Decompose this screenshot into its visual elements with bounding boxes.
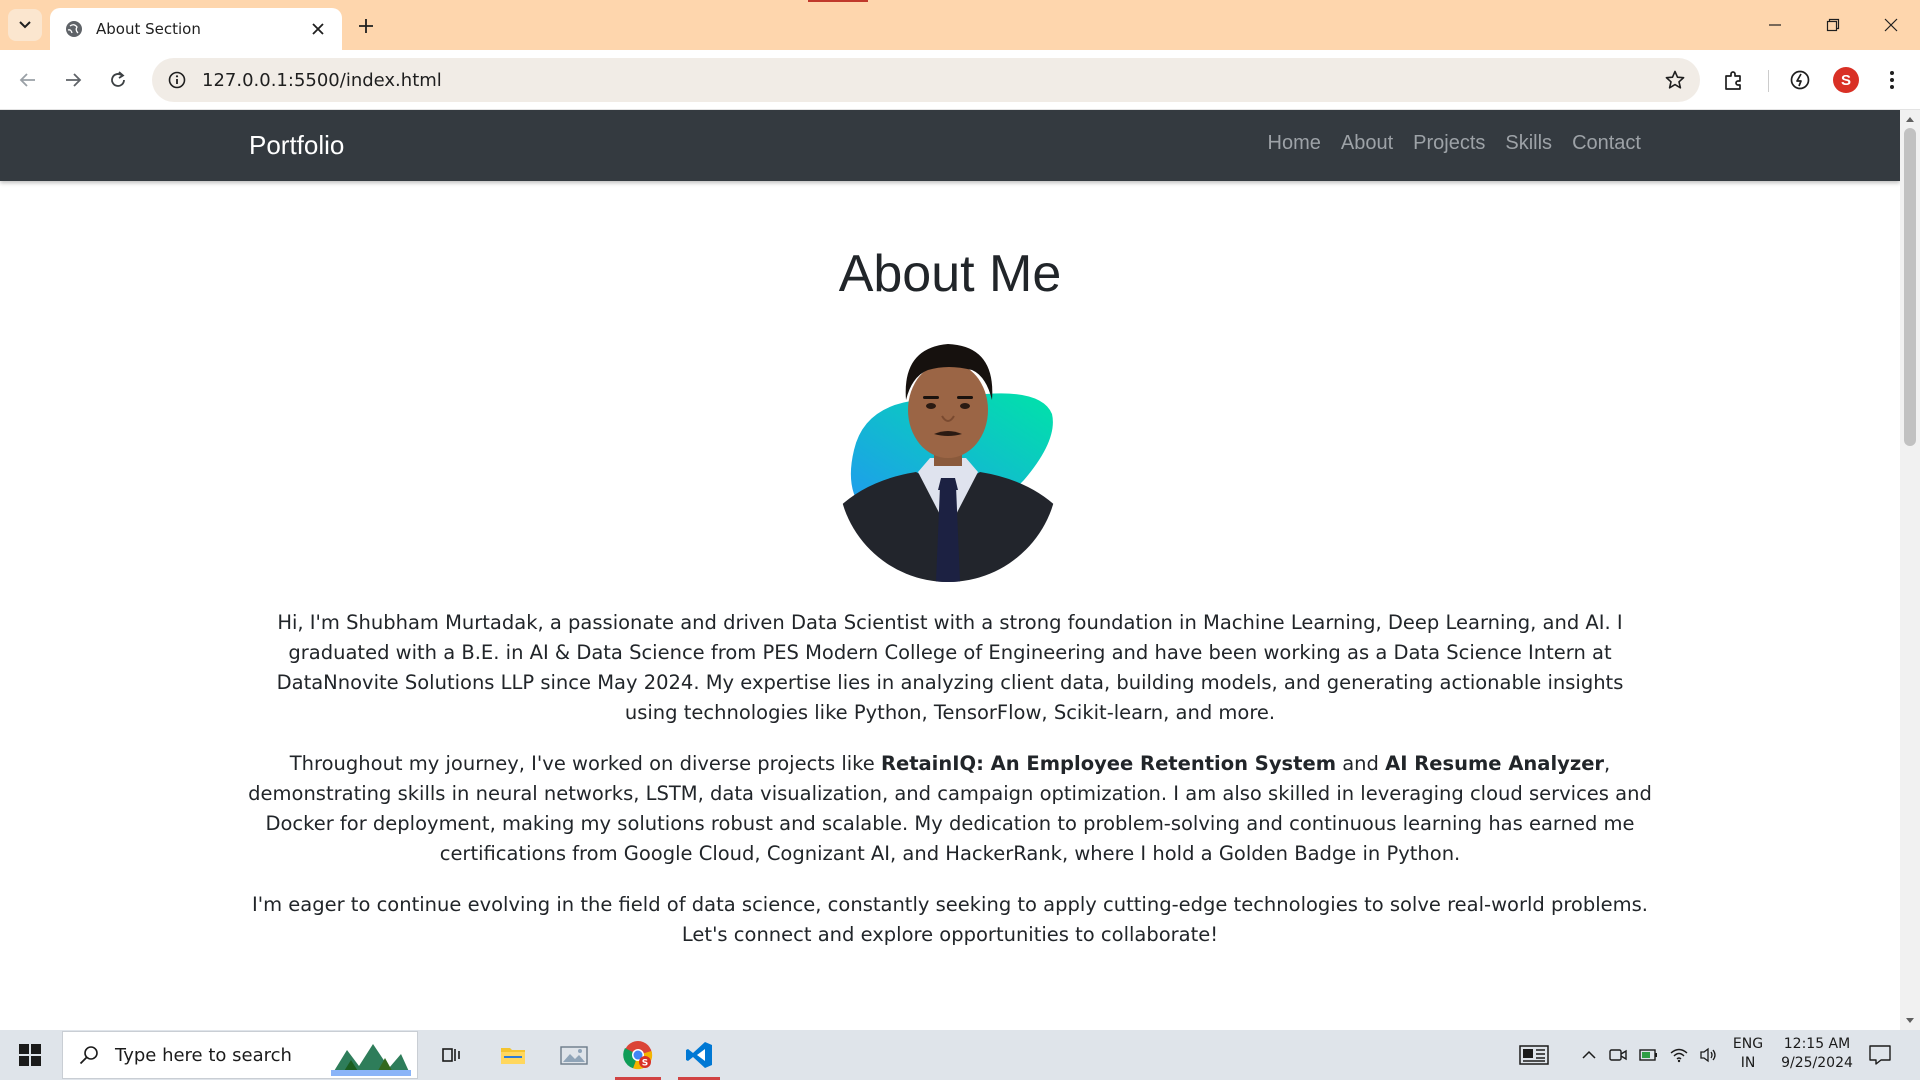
tab-search-button[interactable] [8, 9, 42, 41]
puzzle-icon [1725, 71, 1741, 90]
scroll-up-icon[interactable] [1905, 114, 1915, 124]
tray-overflow-button[interactable] [1578, 1030, 1600, 1080]
about-paragraph-3: I'm eager to continue evolving in the fi… [251, 893, 1649, 946]
site-brand[interactable]: Portfolio [249, 130, 344, 161]
svg-text:S: S [642, 1059, 648, 1069]
battery-icon [1639, 1049, 1657, 1061]
project-name-resume-analyzer: AI Resume Analyzer [1385, 752, 1605, 775]
menu-button[interactable] [1876, 64, 1908, 96]
volume-button[interactable] [1697, 1030, 1721, 1080]
input-language[interactable]: ENG IN [1728, 1036, 1768, 1071]
globe-icon [64, 19, 84, 39]
performance-button[interactable] [1784, 64, 1816, 96]
close-icon [1884, 18, 1898, 32]
chrome-taskbar-button[interactable]: S [607, 1030, 669, 1080]
site-navbar: Portfolio Home About Projects Skills Con… [0, 110, 1900, 181]
minimize-icon [1769, 24, 1781, 26]
project-name-retainiq: RetainIQ: An Employee Retention System [880, 752, 1337, 775]
wifi-icon [1670, 1048, 1688, 1063]
paragraph-text: and [1336, 752, 1386, 775]
close-window-button[interactable] [1862, 0, 1920, 50]
nav-link-home[interactable]: Home [1268, 132, 1321, 155]
about-paragraph-2: Throughout my journey, I've worked on di… [248, 749, 1652, 869]
network-button[interactable] [1667, 1030, 1691, 1080]
more-vertical-icon [1890, 71, 1894, 89]
vscode-icon [686, 1042, 712, 1068]
windows-taskbar: Type here to search S ENG IN 12:15 AM 9/… [0, 1030, 1920, 1080]
speaker-icon [1700, 1047, 1716, 1063]
address-bar[interactable]: 127.0.0.1:5500/index.html [152, 58, 1700, 102]
arrow-left-icon [19, 73, 35, 87]
clock-date: 9/25/2024 [1781, 1055, 1853, 1071]
about-content: Hi, I'm Shubham Murtadak, a passionate a… [248, 608, 1652, 971]
chrome-icon: S [623, 1041, 653, 1070]
scroll-down-icon[interactable] [1905, 1016, 1915, 1026]
region-code: IN [1740, 1055, 1756, 1071]
restore-button[interactable] [1804, 0, 1862, 50]
page-title: About Me [838, 245, 1062, 303]
browser-tab-active[interactable]: About Section [50, 8, 342, 50]
url-text[interactable]: 127.0.0.1:5500/index.html [202, 70, 442, 91]
folder-icon [501, 1048, 525, 1064]
back-button[interactable] [12, 64, 44, 96]
taskbar-search[interactable]: Type here to search [62, 1031, 418, 1079]
nav-links: Home About Projects Skills Contact [1268, 132, 1641, 155]
meet-now-button[interactable] [1607, 1030, 1629, 1080]
vscode-taskbar-button[interactable] [670, 1030, 728, 1080]
notifications-button[interactable] [1862, 1030, 1898, 1080]
file-explorer-button[interactable] [488, 1030, 538, 1080]
profile-photo [836, 330, 1060, 582]
photos-app-button[interactable] [549, 1030, 599, 1080]
search-highlight-image [331, 1036, 411, 1076]
windows-logo-icon [19, 1044, 41, 1066]
speedometer-icon [1790, 70, 1810, 90]
minimize-button[interactable] [1746, 0, 1804, 50]
window-controls [1746, 0, 1920, 50]
news-widget-button[interactable] [1516, 1030, 1552, 1080]
reload-button[interactable] [102, 64, 134, 96]
nav-link-about[interactable]: About [1341, 132, 1393, 155]
camera-icon [1609, 1049, 1627, 1061]
nav-link-projects[interactable]: Projects [1413, 132, 1485, 155]
info-icon[interactable] [166, 69, 188, 91]
battery-button[interactable] [1637, 1030, 1661, 1080]
nav-link-skills[interactable]: Skills [1505, 132, 1552, 155]
reload-icon [111, 71, 125, 87]
paragraph-text: Throughout my journey, I've worked on di… [289, 752, 881, 775]
page-scrollbar[interactable] [1900, 110, 1920, 1030]
search-icon [79, 1045, 99, 1065]
forward-button[interactable] [57, 64, 89, 96]
new-tab-button[interactable] [352, 12, 380, 40]
language-code: ENG [1732, 1036, 1764, 1052]
clock[interactable]: 12:15 AM 9/25/2024 [1772, 1036, 1862, 1071]
tab-indicator [808, 0, 868, 2]
clock-time: 12:15 AM [1783, 1036, 1851, 1052]
start-button[interactable] [0, 1030, 60, 1080]
arrow-right-icon [66, 73, 82, 87]
restore-icon [1826, 18, 1840, 32]
task-view-icon [442, 1048, 460, 1062]
news-icon [1519, 1045, 1549, 1065]
browser-tab-strip: About Section [0, 0, 1920, 50]
search-placeholder: Type here to search [115, 1044, 292, 1066]
toolbar-divider [1768, 70, 1769, 92]
about-paragraph-1: Hi, I'm Shubham Murtadak, a passionate a… [276, 611, 1624, 724]
photos-icon [560, 1046, 588, 1065]
nav-link-contact[interactable]: Contact [1572, 132, 1641, 155]
avatar: S [1833, 67, 1859, 93]
scrollbar-thumb[interactable] [1904, 128, 1916, 446]
task-view-button[interactable] [426, 1030, 476, 1080]
close-icon[interactable] [308, 19, 328, 39]
chevron-up-icon [1582, 1050, 1596, 1059]
chevron-down-icon [19, 21, 31, 29]
profile-button[interactable]: S [1830, 64, 1862, 96]
page-viewport: Portfolio Home About Projects Skills Con… [0, 110, 1900, 1030]
notification-icon [1869, 1045, 1891, 1065]
extensions-button[interactable] [1718, 64, 1750, 96]
tab-title: About Section [96, 20, 201, 38]
plus-icon [359, 19, 373, 33]
browser-toolbar: 127.0.0.1:5500/index.html S [0, 50, 1920, 110]
star-icon[interactable] [1664, 69, 1686, 91]
